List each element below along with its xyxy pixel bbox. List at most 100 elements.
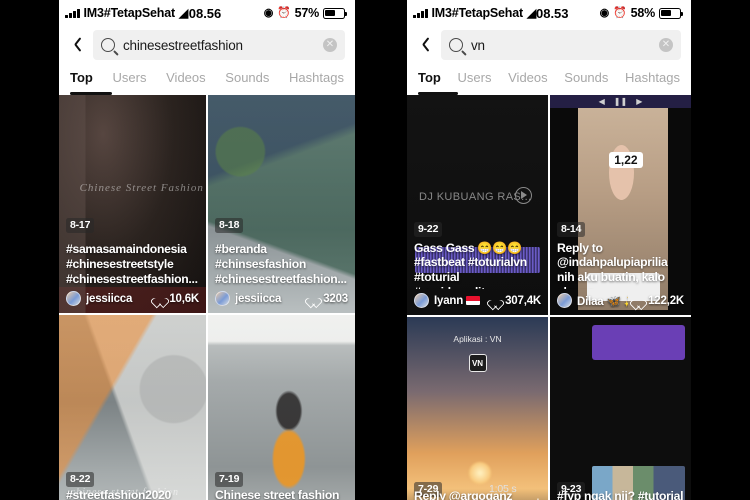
video-caption: Reply @argoganz simple nih editingnya 👌 …: [414, 488, 513, 500]
date-badge: 9-22: [414, 221, 443, 237]
heart-icon: [490, 295, 501, 306]
tab-videos[interactable]: Videos: [508, 70, 548, 90]
video-caption: #fyp ngak nii? #tutorial #tutorialvn #fy…: [557, 488, 684, 500]
battery-icon: [659, 7, 684, 19]
avatar: [557, 293, 572, 308]
app-label: Aplikasi : VN: [453, 334, 502, 345]
phone-right: IM3#TetapSehat ◢ 08.53 ◉ ⏰ 58% vn ✕ Top …: [407, 0, 691, 500]
avatar: [215, 291, 230, 306]
avatar: [66, 291, 81, 306]
tab-users[interactable]: Users: [113, 70, 147, 90]
video-meta: jessiicca 3203: [208, 289, 355, 309]
like-count-label: 307,4K: [505, 294, 541, 307]
date-badge: 8-18: [215, 217, 244, 233]
status-left-group: IM3#TetapSehat ◢: [65, 6, 189, 20]
tab-users[interactable]: Users: [458, 70, 492, 90]
video-card[interactable]: 9-23 #fyp ngak nii? #tutorial #tutorialv…: [550, 316, 691, 500]
prev-icon[interactable]: ◀: [599, 97, 605, 106]
tab-sounds[interactable]: Sounds: [564, 70, 608, 90]
date-badge: 8-17: [66, 217, 95, 233]
vn-app-icon: VN: [468, 353, 487, 372]
status-left-group: IM3#TetapSehat ◢: [413, 6, 536, 20]
video-meta: Dilaa 🦋 ✨ 122,2K: [550, 291, 691, 311]
pause-icon[interactable]: ❚❚: [614, 97, 627, 106]
thumbnail-watermark: Chinese Street Fashion: [79, 181, 204, 194]
search-row-left: chinesestreetfashion ✕: [59, 26, 355, 66]
username-label: jessiicca: [86, 292, 133, 305]
battery-percent-label: 57%: [294, 6, 320, 20]
tab-hashtags[interactable]: Hashtags: [625, 70, 680, 90]
clock-label: 08.56: [188, 5, 222, 21]
play-icon[interactable]: [515, 186, 532, 204]
signal-bars-icon: [413, 8, 428, 18]
video-caption: #beranda #chinsesfashion #chinesestreetf…: [215, 241, 347, 286]
like-count-label: 122,2K: [648, 294, 684, 307]
video-caption: #streetfashion2020 #chinesestreetfashion…: [66, 487, 172, 500]
video-meta: jessiicca 10,6K: [59, 289, 206, 309]
video-card[interactable]: 8-18 #beranda #chinsesfashion #chinesest…: [208, 94, 355, 313]
results-grid-left: Chinese Street Fashion 8-17 #samasamaind…: [59, 94, 355, 500]
like-count: 307,4K: [490, 295, 541, 307]
location-icon: ◉: [263, 6, 274, 19]
status-bar-right: IM3#TetapSehat ◢ 08.53 ◉ ⏰ 58%: [407, 0, 691, 26]
wifi-icon: ◢: [178, 6, 188, 20]
carrier-label: IM3#TetapSehat: [431, 6, 524, 20]
indonesia-flag-icon: [466, 296, 481, 305]
battery-percent-label: 58%: [630, 6, 656, 20]
search-query-text: chinesestreetfashion: [123, 37, 243, 53]
search-icon: [101, 38, 115, 52]
tab-hashtags[interactable]: Hashtags: [289, 70, 344, 90]
clock-label: 08.53: [535, 5, 569, 21]
search-query-text: vn: [471, 37, 485, 53]
battery-icon: [323, 7, 348, 19]
tab-top[interactable]: Top: [418, 70, 441, 90]
video-thumbnail: [550, 316, 691, 500]
search-input[interactable]: chinesestreetfashion ✕: [93, 30, 345, 60]
video-caption: Chinese street fashion Pt 2 😁 #chinesest…: [215, 487, 340, 500]
overlay-badge: 1,22: [609, 151, 643, 168]
video-caption: Gass Gass 😁😁😁 #fastbeat #toturialvn #tot…: [414, 240, 527, 289]
search-row-right: vn ✕: [407, 26, 691, 66]
back-icon[interactable]: [415, 34, 433, 56]
status-right-group: ◉ ⏰ 58%: [569, 6, 684, 20]
video-card[interactable]: chinese street fashion 8-22 #streetfashi…: [59, 314, 206, 500]
clear-icon[interactable]: ✕: [659, 38, 673, 52]
tab-videos[interactable]: Videos: [166, 70, 206, 90]
date-badge: 7-19: [215, 471, 244, 487]
video-thumbnail: Aplikasi : VN VN t u t o r i a l: [407, 316, 548, 500]
date-badge: 8-22: [66, 471, 95, 487]
video-caption: Reply to @indahpalupiaprilia nih aku bua…: [557, 240, 668, 289]
carrier-label: IM3#TetapSehat: [83, 6, 176, 20]
video-meta: Iyann 307,4K: [407, 291, 548, 311]
player-controls[interactable]: ◀ ❚❚ ▶: [550, 95, 691, 108]
like-count: 122,2K: [633, 295, 684, 307]
video-card[interactable]: DJ KUBUANG RAS... 9-22 Gass Gass 😁😁😁 #fa…: [407, 94, 548, 315]
like-count-label: 3203: [323, 292, 348, 305]
tab-bar-left: Top Users Videos Sounds Hashtags: [59, 66, 355, 92]
screenshot-stage: IM3#TetapSehat ◢ 08.56 ◉ ⏰ 57% chinesest…: [0, 0, 750, 500]
video-caption: #samasamaindonesia #chinesestreetstyle #…: [66, 241, 198, 286]
sun-shape: [469, 461, 492, 484]
next-icon[interactable]: ▶: [636, 97, 642, 106]
video-card[interactable]: Aplikasi : VN VN t u t o r i a l 7-29 1:…: [407, 316, 548, 500]
location-icon: ◉: [599, 6, 610, 19]
heart-icon: [308, 293, 319, 304]
tab-bar-right: Top Users Videos Sounds Hashtags: [407, 66, 691, 92]
heart-icon: [633, 295, 644, 306]
phone-left: IM3#TetapSehat ◢ 08.56 ◉ ⏰ 57% chinesest…: [59, 0, 355, 500]
username-label: jessiicca: [235, 292, 282, 305]
clear-icon[interactable]: ✕: [323, 38, 337, 52]
wifi-icon: ◢: [526, 6, 536, 20]
like-count-label: 10,6K: [169, 292, 199, 305]
video-card[interactable]: ◀ ❚❚ ▶ 1,22 8-14 Reply to @indahpalupiapri…: [550, 94, 691, 315]
search-input[interactable]: vn ✕: [441, 30, 681, 60]
like-count: 3203: [308, 293, 348, 305]
signal-bars-icon: [65, 8, 80, 18]
back-icon[interactable]: [67, 34, 85, 56]
alarm-icon: ⏰: [613, 6, 627, 19]
video-card[interactable]: Chinese Street Fashion 8-17 #samasamaind…: [59, 94, 206, 313]
heart-icon: [154, 293, 165, 304]
tab-top[interactable]: Top: [70, 70, 93, 90]
tab-sounds[interactable]: Sounds: [225, 70, 269, 90]
video-card[interactable]: 7-19 Chinese street fashion Pt 2 😁 #chin…: [208, 314, 355, 500]
